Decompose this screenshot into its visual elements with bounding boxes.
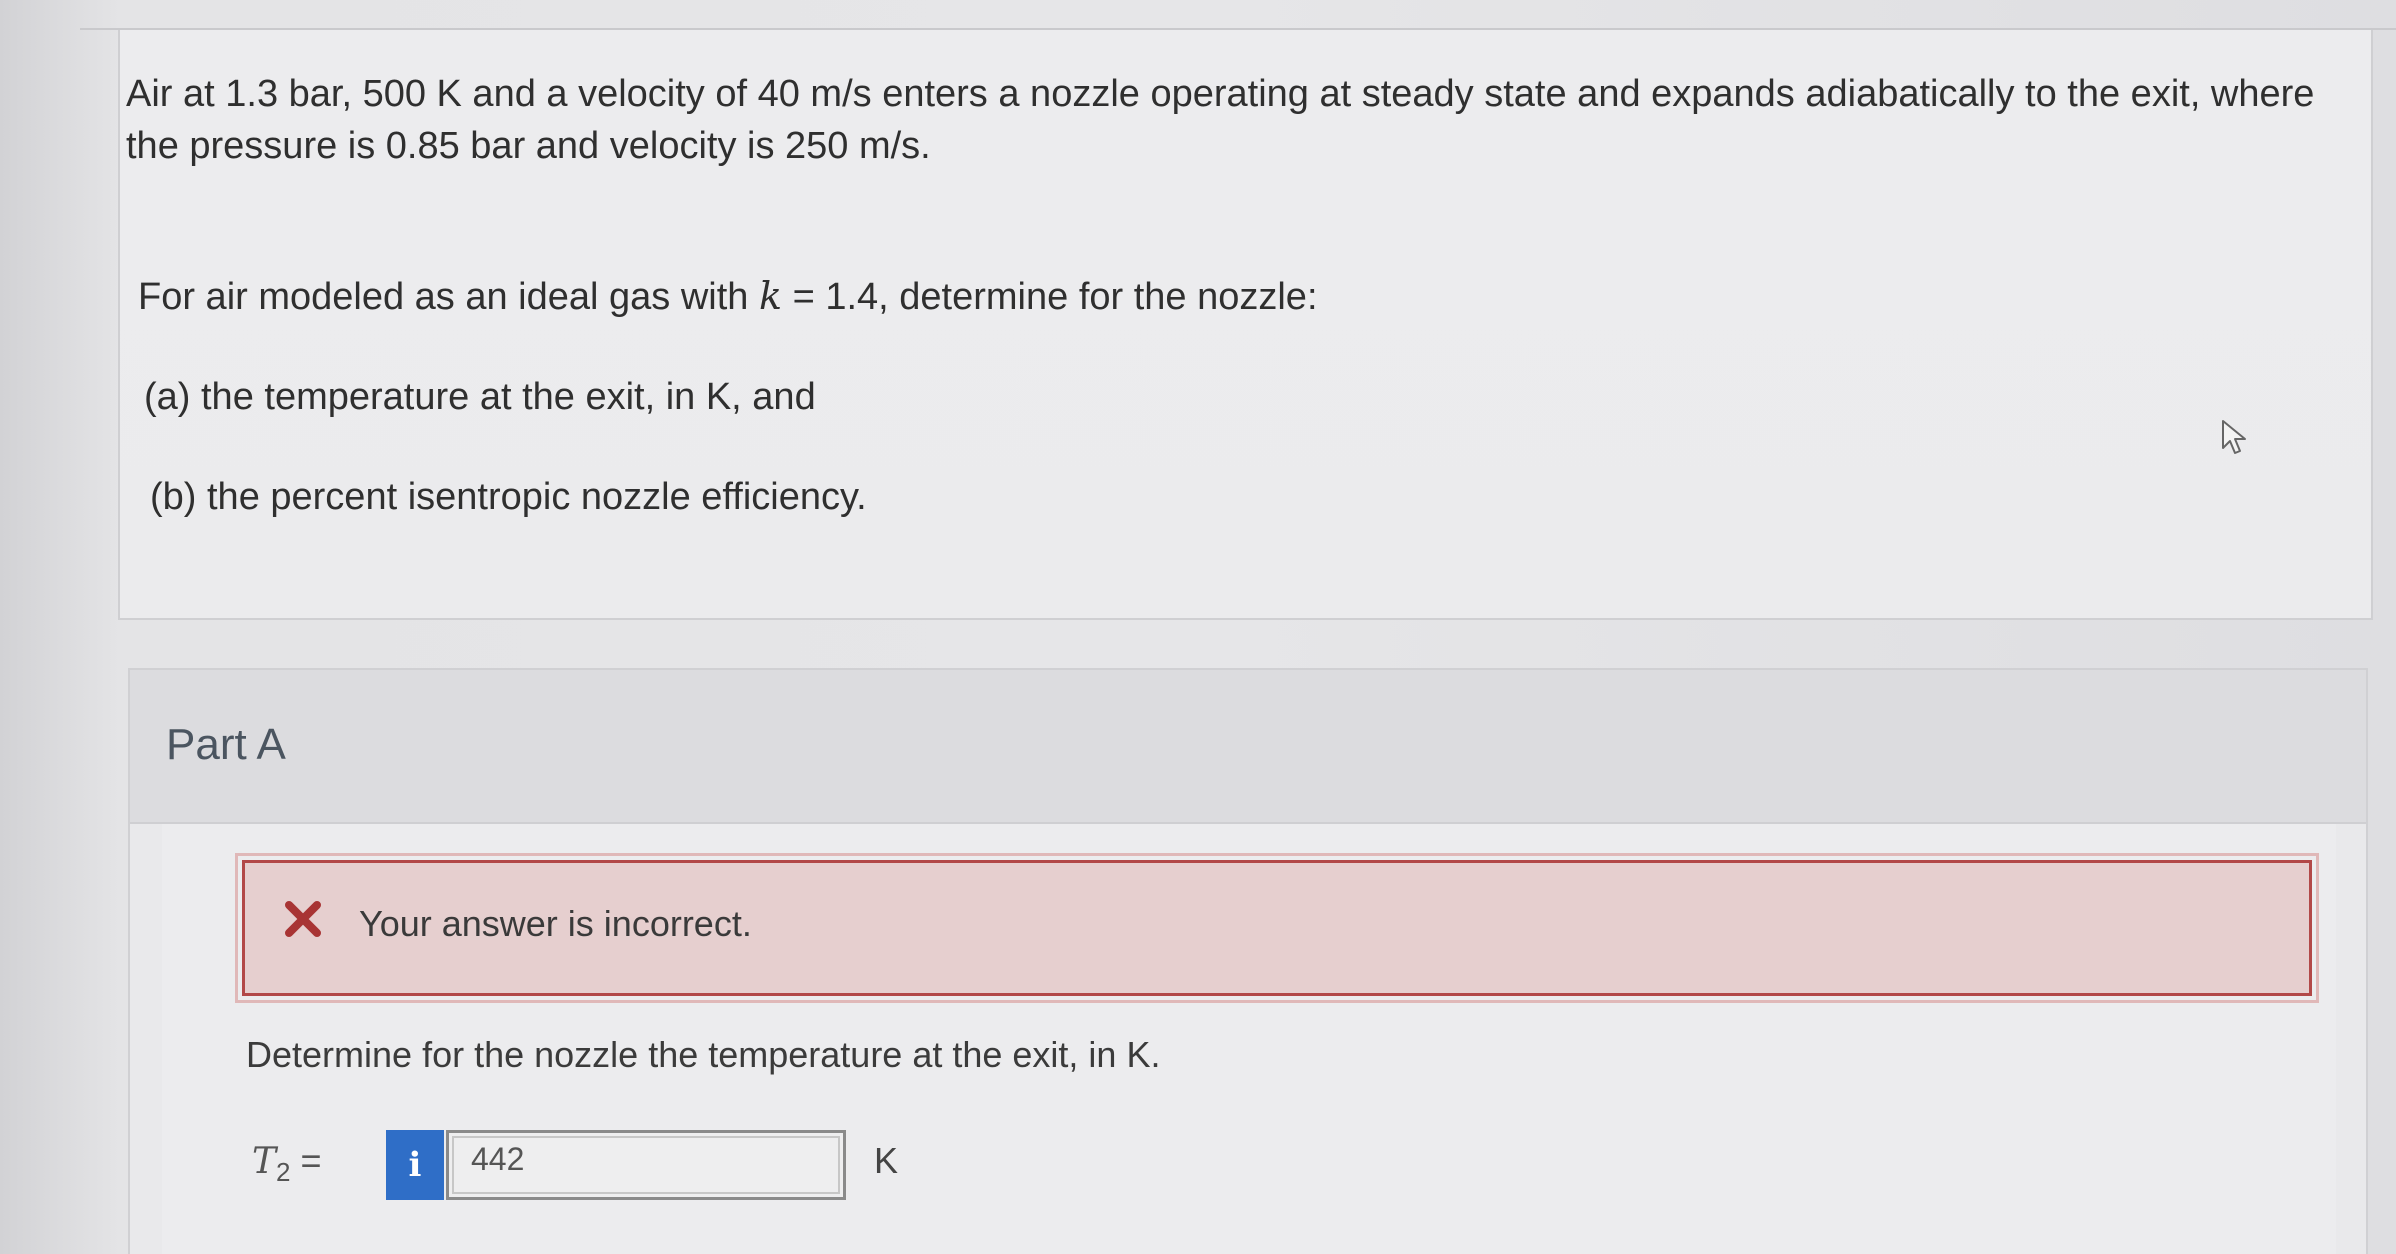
variable-symbol: T xyxy=(252,1141,277,1182)
question-intro: For air modeled as an ideal gas with k =… xyxy=(138,274,1318,319)
part-a-card: Part A Your answer is incorrect. Determi… xyxy=(128,668,2368,1254)
answer-input[interactable]: 442 xyxy=(446,1130,846,1200)
question-intro-prefix: For air modeled as an ideal gas with xyxy=(138,276,759,318)
part-a-body: Your answer is incorrect. Determine for … xyxy=(162,824,2336,1254)
equals-sign: = xyxy=(300,1140,322,1181)
variable-k: k xyxy=(759,274,783,318)
part-a-title: Part A xyxy=(166,720,286,769)
problem-statement: Air at 1.3 bar, 500 K and a velocity of … xyxy=(126,73,2315,167)
answer-unit: K xyxy=(874,1140,899,1181)
problem-card: Air at 1.3 bar, 500 K and a velocity of … xyxy=(118,30,2373,620)
x-mark-icon xyxy=(285,901,321,937)
page: Air at 1.3 bar, 500 K and a velocity of … xyxy=(0,0,2396,1254)
answer-row: T2 = i 442 K xyxy=(246,1130,946,1200)
question-part-b: (b) the percent isentropic nozzle effici… xyxy=(150,476,867,518)
part-a-header[interactable]: Part A xyxy=(130,670,2366,824)
feedback-text: Your answer is incorrect. xyxy=(359,903,752,944)
feedback-banner: Your answer is incorrect. xyxy=(235,853,2319,1003)
variable-subscript: 2 xyxy=(276,1157,291,1188)
part-a-prompt: Determine for the nozzle the temperature… xyxy=(246,1034,1161,1075)
question-part-a: (a) the temperature at the exit, in K, a… xyxy=(144,376,816,418)
info-icon[interactable]: i xyxy=(386,1130,444,1200)
answer-variable-label: T2 = xyxy=(252,1140,322,1188)
mouse-cursor-icon xyxy=(2222,420,2246,454)
question-intro-suffix: = 1.4, determine for the nozzle: xyxy=(782,276,1318,318)
